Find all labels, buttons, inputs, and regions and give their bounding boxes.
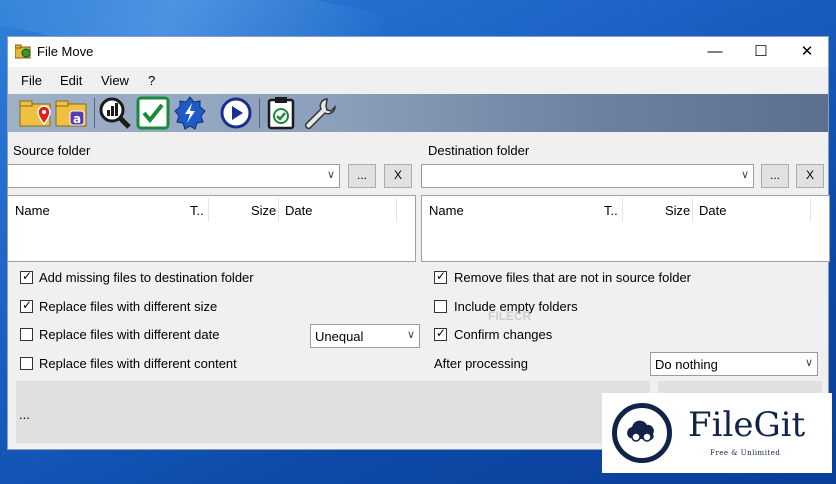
add-missing-files-checkbox[interactable]: ✓ [20,269,33,284]
app-folder-icon [15,44,31,59]
column-divider[interactable] [810,198,811,222]
replace-different-size-checkbox[interactable]: ✓ [20,298,33,313]
source-folder-icon[interactable] [18,96,52,130]
replace-different-size-label[interactable]: Replace files with different size [39,299,217,314]
column-divider[interactable] [208,198,209,222]
column-divider[interactable] [692,198,693,222]
add-missing-files-label[interactable]: Add missing files to destination folder [39,270,254,285]
date-compare-select[interactable]: Unequal ∨ [310,324,420,348]
checkmark-icon: ✓ [436,326,447,340]
checkmark-icon: ✓ [436,269,447,283]
clipboard-check-icon[interactable] [264,96,298,130]
status-text: ... [19,407,30,422]
menu-help[interactable]: ? [148,73,155,88]
source-column-type[interactable]: T.. [190,203,204,218]
menu-bar: File Edit View ? [8,67,828,92]
filegit-tagline: Free & Unlimited [710,449,781,457]
source-clear-button[interactable]: X [384,164,412,188]
source-file-list[interactable]: Name T.. Size Date [7,195,416,262]
settings-wrench-icon[interactable] [302,96,336,130]
replace-different-content-checkbox[interactable] [20,357,33,370]
analyze-icon[interactable] [98,96,132,130]
destination-column-date[interactable]: Date [699,203,726,218]
destination-folder-icon[interactable]: a [54,96,88,130]
filegit-brand: FileGit [688,405,806,445]
destination-folder-label: Destination folder [428,143,530,158]
destination-folder-combo[interactable]: ∨ [421,164,754,188]
file-move-window: File Move — ☐ ✕ File Edit View ? a Sourc… [7,36,830,450]
source-column-name[interactable]: Name [15,203,50,218]
destination-column-type[interactable]: T.. [604,203,618,218]
cloud-icon [627,420,654,442]
play-icon[interactable] [219,96,253,130]
source-folder-combo[interactable]: ∨ [7,164,340,188]
destination-file-list[interactable]: Name T.. Size Date [421,195,830,262]
column-divider[interactable] [622,198,623,222]
run-icon[interactable] [173,96,207,130]
title-bar: File Move — ☐ ✕ [8,37,828,67]
replace-different-content-label[interactable]: Replace files with different content [39,356,237,371]
destination-column-size[interactable]: Size [665,203,690,218]
maximize-button[interactable]: ☐ [738,37,784,67]
source-column-date[interactable]: Date [285,203,312,218]
close-button[interactable]: ✕ [784,37,830,67]
after-processing-label: After processing [434,356,528,371]
confirm-changes-checkbox[interactable]: ✓ [434,326,447,341]
filegit-logo [612,403,672,463]
svg-text:a: a [73,112,81,126]
column-divider[interactable] [278,198,279,222]
toolbar: a [8,94,828,132]
minimize-button[interactable]: — [692,37,738,67]
remove-files-checkbox[interactable]: ✓ [434,269,447,284]
destination-column-name[interactable]: Name [429,203,464,218]
checkmark-icon: ✓ [22,269,33,283]
replace-different-date-checkbox[interactable] [20,328,33,341]
after-processing-select[interactable]: Do nothing ∨ [650,352,818,376]
confirm-changes-label[interactable]: Confirm changes [454,327,552,342]
remove-files-label[interactable]: Remove files that are not in source fold… [454,270,691,285]
check-icon[interactable] [136,96,170,130]
window-title: File Move [37,44,94,59]
checkmark-icon: ✓ [22,298,33,312]
destination-clear-button[interactable]: X [796,164,824,188]
chevron-down-icon[interactable]: ∨ [327,168,335,181]
toolbar-separator [94,98,95,128]
include-empty-folders-checkbox[interactable] [434,300,447,313]
after-processing-value: Do nothing [655,357,718,372]
source-column-size[interactable]: Size [251,203,276,218]
chevron-down-icon[interactable]: ∨ [741,168,749,181]
filecr-watermark: FILECR [488,309,532,323]
source-folder-label: Source folder [13,143,91,158]
filegit-watermark: FileGit Free & Unlimited [602,393,832,473]
menu-view[interactable]: View [101,73,129,88]
column-divider[interactable] [396,198,397,222]
toolbar-separator [259,98,260,128]
destination-browse-button[interactable]: ... [761,164,789,188]
chevron-down-icon[interactable]: ∨ [805,356,813,369]
source-browse-button[interactable]: ... [348,164,376,188]
menu-edit[interactable]: Edit [60,73,82,88]
status-panel: ... [16,381,650,443]
replace-different-date-label[interactable]: Replace files with different date [39,327,219,342]
date-compare-value: Unequal [315,329,364,344]
menu-file[interactable]: File [21,73,42,88]
chevron-down-icon[interactable]: ∨ [407,328,415,341]
